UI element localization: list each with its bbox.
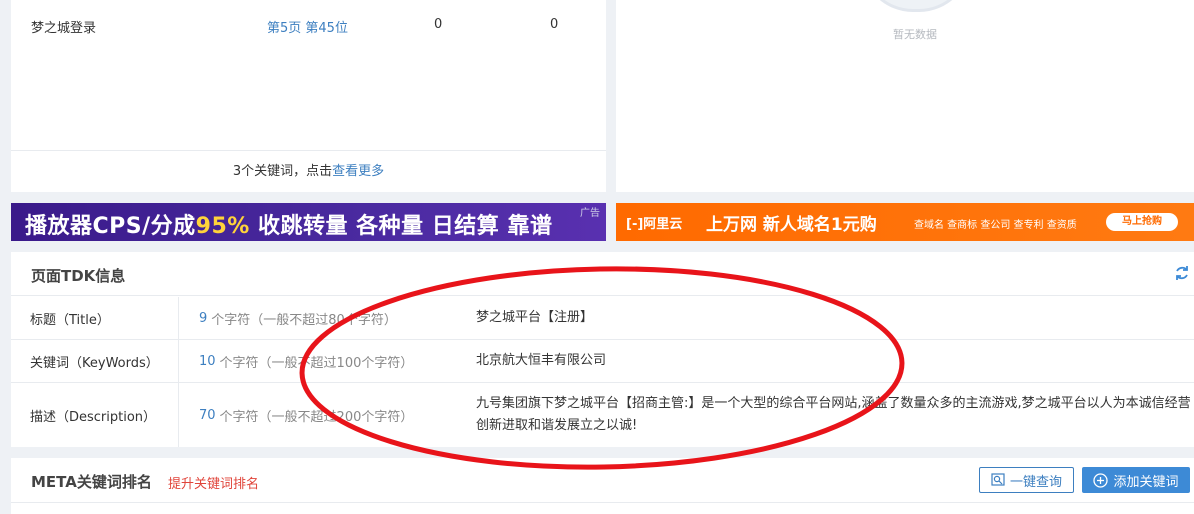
tdk-label: 关键词（KeyWords） <box>11 340 179 382</box>
table-row: 梦之城登录 第5页 第45位 0 0 <box>11 17 606 36</box>
tdk-value: 九号集团旗下梦之城平台【招商主管:】是一个大型的综合平台网站,涵盖了数量众多的主… <box>476 396 1191 433</box>
keyword-value-1: 0 <box>434 17 443 32</box>
meta-keyword-panel: META关键词排名 提升关键词排名 一键查询 添加关键词 <box>11 458 1194 514</box>
tdk-info-panel: 页面TDK信息 标题（Title） 9 个字符（一般不超过80个字符） 梦之城平台… <box>11 252 1194 447</box>
tdk-title: 页面TDK信息 <box>31 267 126 285</box>
empty-text: 暂无数据 <box>893 28 937 41</box>
keyword-footer: 3个关键词，点击查看更多 <box>11 150 606 192</box>
buy-now-button[interactable]: 马上抢购 <box>1106 213 1178 231</box>
banner-right-headline: 上万网 新人域名1元购 <box>706 215 877 235</box>
tdk-label: 标题（Title） <box>11 297 179 339</box>
query-icon <box>991 473 1005 486</box>
tdk-header: 页面TDK信息 <box>11 252 1194 296</box>
ad-banner-left[interactable]: 播放器CPS/分成95% 收跳转量 各种量 日结算 靠谱 广告 <box>11 203 606 241</box>
ad-banner-right[interactable]: [-]阿里云 上万网 新人域名1元购 查域名 查商标 查公司 查专利 查资质 马… <box>616 203 1194 241</box>
banner-right-subtext: 查域名 查商标 查公司 查专利 查资质 <box>914 220 1077 231</box>
tdk-count: 9 个字符（一般不超过80个字符） <box>199 310 397 328</box>
refresh-icon[interactable] <box>1174 265 1190 281</box>
tdk-row-keywords: 关键词（KeyWords） 10 个字符（一般不超过100个字符） 北京航大恒丰有… <box>11 340 1194 383</box>
empty-data-panel: 暂无数据 <box>616 0 1194 192</box>
keyword-ranking-panel: 梦之城登录 第5页 第45位 0 0 3个关键词，点击查看更多 <box>11 0 606 192</box>
keyword-rank-link[interactable]: 第5页 第45位 <box>267 17 348 36</box>
tdk-value: 北京航大恒丰有限公司 <box>476 353 607 368</box>
keyword-footer-text: 3个关键词，点击 <box>232 164 333 179</box>
banner-left-text: 播放器CPS/分成95% 收跳转量 各种量 日结算 靠谱 <box>25 214 553 239</box>
tdk-count: 10 个字符（一般不超过100个字符） <box>199 353 414 371</box>
divider <box>11 502 1194 503</box>
boost-ranking-link[interactable]: 提升关键词排名 <box>168 473 259 492</box>
plus-circle-icon <box>1093 472 1109 488</box>
add-keyword-button[interactable]: 添加关键词 <box>1082 467 1190 493</box>
one-click-query-button[interactable]: 一键查询 <box>979 467 1074 493</box>
keyword-value-2: 0 <box>550 17 559 32</box>
keyword-name: 梦之城登录 <box>31 21 97 36</box>
tdk-row-description: 描述（Description） 70 个字符（一般不超过200个字符） 九号集团旗… <box>11 383 1194 447</box>
meta-title: META关键词排名 <box>31 473 152 491</box>
empty-box-icon <box>861 0 971 12</box>
tdk-label: 描述（Description） <box>11 383 179 447</box>
tdk-row-title: 标题（Title） 9 个字符（一般不超过80个字符） 梦之城平台【注册】 <box>11 297 1194 340</box>
tdk-count: 70 个字符（一般不超过200个字符） <box>199 407 414 425</box>
tdk-value: 梦之城平台【注册】 <box>476 310 594 325</box>
aliyun-logo: [-]阿里云 <box>626 217 683 232</box>
view-more-link[interactable]: 查看更多 <box>332 164 384 179</box>
ad-label: 广告 <box>580 208 600 219</box>
